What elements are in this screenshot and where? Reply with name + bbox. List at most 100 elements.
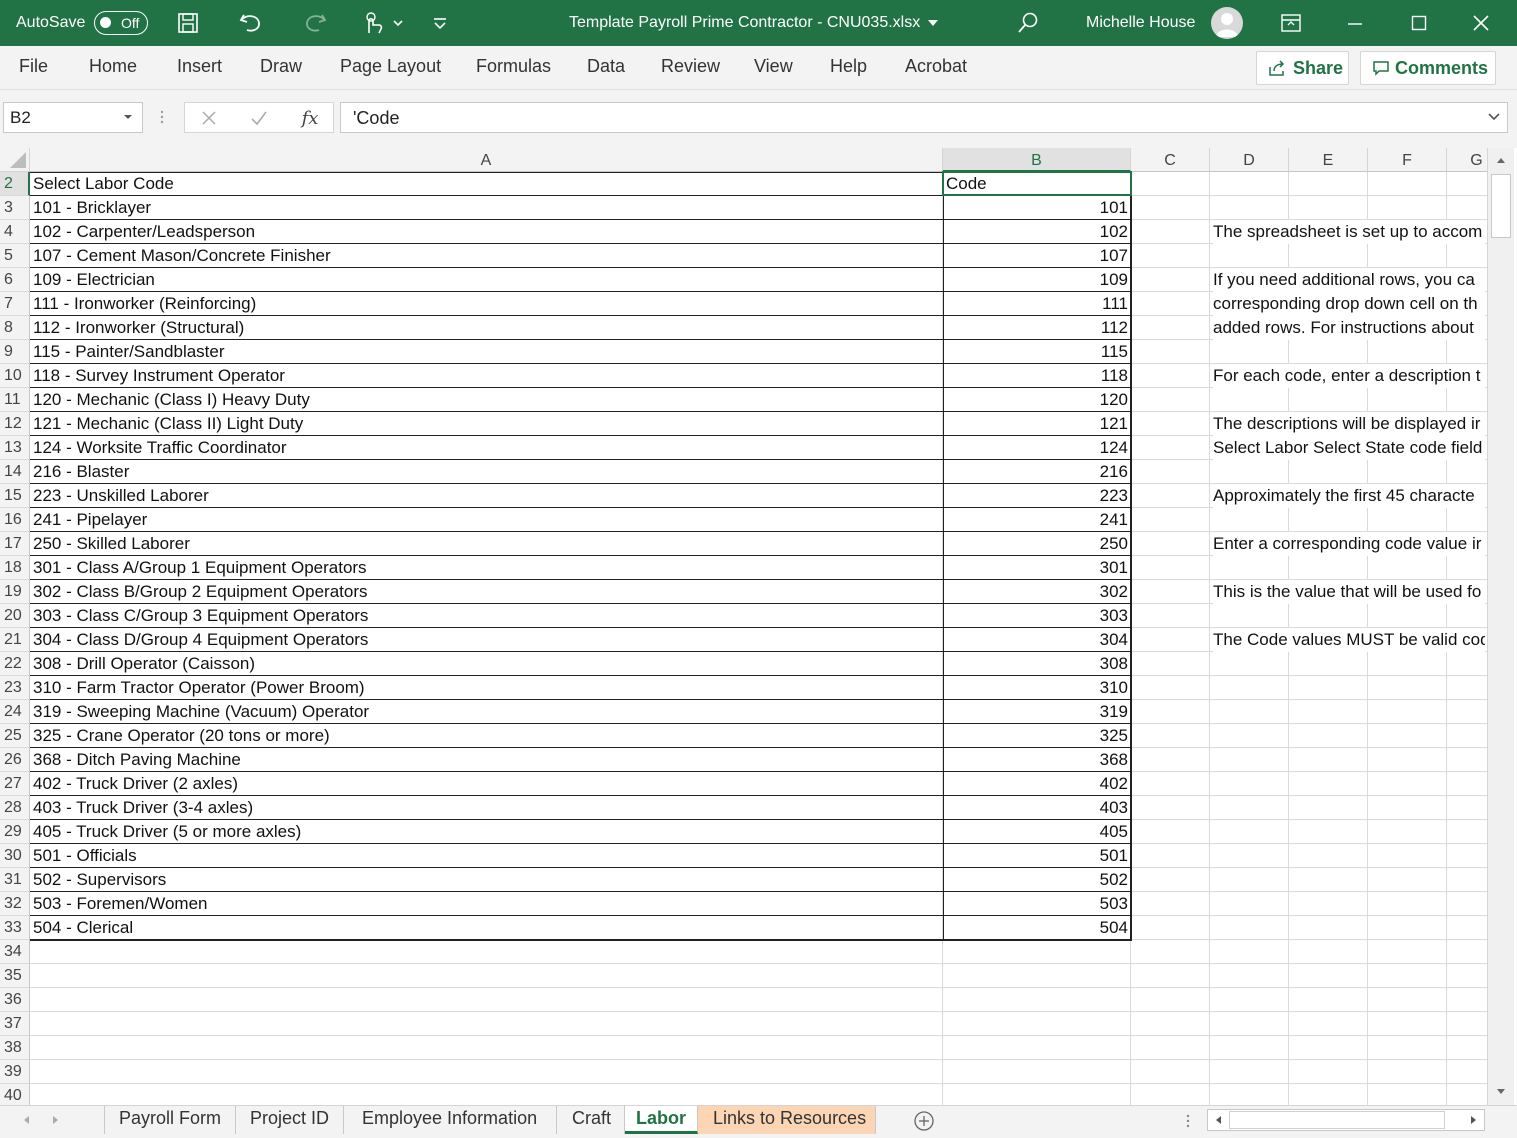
row-header-8[interactable]: 8	[0, 316, 30, 340]
labor-code-cell[interactable]: 223	[946, 484, 1128, 508]
scroll-up-icon[interactable]	[1492, 152, 1510, 168]
labor-code-cell[interactable]: 107	[946, 244, 1128, 268]
row-header-30[interactable]: 30	[0, 844, 30, 868]
redo-icon[interactable]	[300, 10, 330, 36]
row-header-40[interactable]: 40	[0, 1084, 30, 1105]
next-sheet-icon[interactable]	[46, 1110, 66, 1130]
row-header-16[interactable]: 16	[0, 508, 30, 532]
column-header-b[interactable]: B	[943, 148, 1131, 172]
labor-code-cell[interactable]: 111	[946, 292, 1128, 316]
labor-code-cell[interactable]: 303	[946, 604, 1128, 628]
worksheet-grid[interactable]: A B C D E F G 2 3 4 5 6 7 8 9 10 11 12 13 14 15 16 17 18 19 20 21 2…	[0, 148, 1487, 1105]
touch-mode-icon[interactable]	[360, 10, 406, 36]
prev-sheet-icon[interactable]	[16, 1110, 36, 1130]
labor-description-cell[interactable]: 216 - Blaster	[33, 460, 938, 484]
row-header-36[interactable]: 36	[0, 988, 30, 1012]
note-cell-d10[interactable]: For each code, enter a description t	[1213, 364, 1485, 388]
tab-file[interactable]: File	[19, 56, 48, 77]
row-header-4[interactable]: 4	[0, 220, 30, 244]
labor-description-cell[interactable]: 308 - Drill Operator (Caisson)	[33, 652, 938, 676]
autosave-toggle[interactable]: Off	[94, 11, 148, 35]
row-header-18[interactable]: 18	[0, 556, 30, 580]
vertical-scrollbar[interactable]	[1487, 148, 1514, 1105]
row-header-26[interactable]: 26	[0, 748, 30, 772]
row-header-37[interactable]: 37	[0, 1012, 30, 1036]
tab-data[interactable]: Data	[587, 56, 625, 77]
labor-code-cell[interactable]: 504	[946, 916, 1128, 940]
labor-description-cell[interactable]: 302 - Class B/Group 2 Equipment Operator…	[33, 580, 938, 604]
labor-code-cell[interactable]: 115	[946, 340, 1128, 364]
note-cell-d4[interactable]: The spreadsheet is set up to accom	[1213, 220, 1485, 244]
row-header-5[interactable]: 5	[0, 244, 30, 268]
row-header-32[interactable]: 32	[0, 892, 30, 916]
labor-code-cell[interactable]: 101	[946, 196, 1128, 220]
tab-splitter-icon[interactable]	[1180, 1111, 1196, 1131]
row-header-20[interactable]: 20	[0, 604, 30, 628]
labor-description-cell[interactable]: 120 - Mechanic (Class I) Heavy Duty	[33, 388, 938, 412]
row-header-17[interactable]: 17	[0, 532, 30, 556]
labor-code-cell[interactable]: 405	[946, 820, 1128, 844]
tab-acrobat[interactable]: Acrobat	[905, 56, 967, 77]
labor-description-cell[interactable]: 115 - Painter/Sandblaster	[33, 340, 938, 364]
labor-description-cell[interactable]: 503 - Foremen/Women	[33, 892, 938, 916]
labor-code-cell[interactable]: 118	[946, 364, 1128, 388]
user-name[interactable]: Michelle House	[1086, 0, 1195, 46]
labor-description-cell[interactable]: 403 - Truck Driver (3-4 axles)	[33, 796, 938, 820]
column-header-f[interactable]: F	[1368, 148, 1447, 172]
select-all-corner[interactable]	[0, 148, 30, 172]
save-icon[interactable]	[174, 10, 202, 36]
labor-description-cell[interactable]: 310 - Farm Tractor Operator (Power Broom…	[33, 676, 938, 700]
tab-page-layout[interactable]: Page Layout	[340, 56, 441, 77]
row-header-35[interactable]: 35	[0, 964, 30, 988]
labor-description-cell[interactable]: 402 - Truck Driver (2 axles)	[33, 772, 938, 796]
labor-code-cell[interactable]: 250	[946, 532, 1128, 556]
labor-code-cell[interactable]: 112	[946, 316, 1128, 340]
tab-insert[interactable]: Insert	[177, 56, 222, 77]
note-cell-d15[interactable]: Approximately the first 45 characte	[1213, 484, 1485, 508]
labor-code-cell[interactable]: 402	[946, 772, 1128, 796]
note-cell-d19[interactable]: This is the value that will be used fo	[1213, 580, 1485, 604]
sheet-tab-labor[interactable]: Labor	[625, 1106, 698, 1134]
ribbon-display-options-icon[interactable]	[1276, 10, 1306, 36]
row-header-23[interactable]: 23	[0, 676, 30, 700]
labor-code-cell[interactable]: 310	[946, 676, 1128, 700]
labor-description-cell[interactable]: 250 - Skilled Laborer	[33, 532, 938, 556]
sheet-tab-project-id[interactable]: Project ID	[236, 1106, 344, 1134]
row-header-25[interactable]: 25	[0, 724, 30, 748]
insert-function-button[interactable]: fx	[295, 105, 325, 131]
note-cell-d12[interactable]: The descriptions will be displayed ir	[1213, 412, 1485, 436]
labor-code-cell[interactable]: 319	[946, 700, 1128, 724]
sheet-tab-craft[interactable]: Craft	[557, 1106, 625, 1134]
title-dropdown-icon[interactable]	[925, 12, 941, 34]
maximize-icon[interactable]	[1404, 10, 1434, 36]
row-header-29[interactable]: 29	[0, 820, 30, 844]
cell-a2[interactable]: Select Labor Code	[33, 172, 938, 196]
row-header-28[interactable]: 28	[0, 796, 30, 820]
tab-view[interactable]: View	[754, 56, 793, 77]
labor-description-cell[interactable]: 405 - Truck Driver (5 or more axles)	[33, 820, 938, 844]
formula-input[interactable]: 'Code	[340, 102, 1508, 133]
labor-code-cell[interactable]: 302	[946, 580, 1128, 604]
note-cell-d13[interactable]: Select Labor Select State code field	[1213, 436, 1485, 460]
sheet-tab-employee-information[interactable]: Employee Information	[344, 1106, 557, 1134]
avatar[interactable]	[1211, 7, 1243, 39]
row-header-9[interactable]: 9	[0, 340, 30, 364]
labor-code-cell[interactable]: 109	[946, 268, 1128, 292]
row-header-2[interactable]: 2	[0, 172, 30, 196]
labor-description-cell[interactable]: 102 - Carpenter/Leadsperson	[33, 220, 938, 244]
name-box-dropdown-icon[interactable]	[122, 111, 134, 123]
tab-formulas[interactable]: Formulas	[476, 56, 551, 77]
labor-description-cell[interactable]: 502 - Supervisors	[33, 868, 938, 892]
name-box[interactable]: B2	[3, 102, 143, 133]
column-header-d[interactable]: D	[1210, 148, 1289, 172]
scroll-right-icon[interactable]	[1466, 1113, 1482, 1127]
scroll-left-icon[interactable]	[1210, 1113, 1226, 1127]
labor-code-cell[interactable]: 216	[946, 460, 1128, 484]
tab-home[interactable]: Home	[89, 56, 137, 77]
labor-description-cell[interactable]: 319 - Sweeping Machine (Vacuum) Operator	[33, 700, 938, 724]
vertical-scroll-thumb[interactable]	[1491, 174, 1511, 238]
labor-code-cell[interactable]: 308	[946, 652, 1128, 676]
row-header-31[interactable]: 31	[0, 868, 30, 892]
column-header-e[interactable]: E	[1289, 148, 1368, 172]
sheet-tab-payroll-form[interactable]: Payroll Form	[105, 1106, 236, 1134]
